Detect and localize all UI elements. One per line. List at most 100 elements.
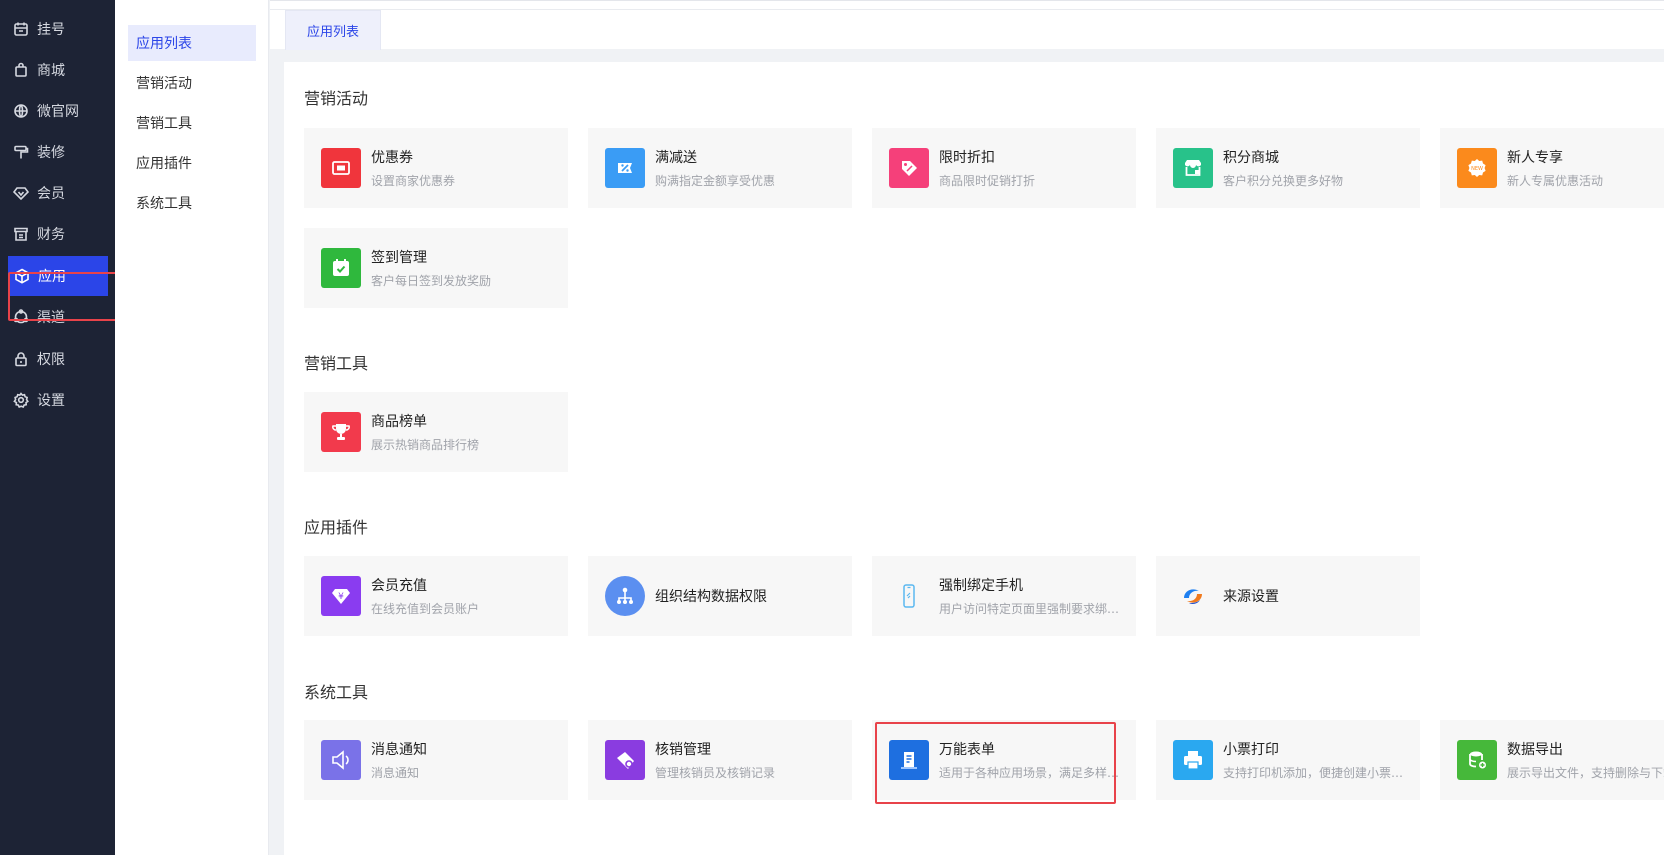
card-title: 满减送	[655, 150, 697, 166]
card-desc: 管理核销员及核销记录	[655, 766, 776, 780]
card-title: 消息通知	[371, 742, 427, 758]
app-card-product-ranking[interactable]: 商品榜单展示热销商品排行榜	[304, 392, 568, 472]
section-title-marketing-activity: 营销活动	[304, 89, 369, 108]
svg-text:¥: ¥	[338, 592, 344, 602]
nav-item-channel[interactable]: 渠道	[0, 297, 115, 337]
new-badge-icon: NEW	[1457, 148, 1497, 188]
card-desc: 购满指定金额享受优惠	[655, 174, 776, 188]
submenu-item-marketing-activity[interactable]: 营销活动	[128, 65, 256, 101]
shopping-bag-icon	[13, 62, 29, 78]
checkin-calendar-icon	[321, 248, 361, 288]
org-tree-icon	[605, 576, 645, 616]
gear-icon	[13, 392, 29, 408]
card-title: 优惠券	[371, 150, 413, 166]
tab-divider	[270, 9, 1664, 10]
card-desc: 消息通知	[371, 766, 420, 780]
nav-item-registration[interactable]: 挂号	[0, 9, 115, 49]
nav-item-label: 财务	[37, 227, 65, 243]
card-desc: 新人专属优惠活动	[1507, 174, 1604, 188]
submenu-item-marketing-tools[interactable]: 营销工具	[128, 105, 256, 141]
card-desc: 适用于各种应用场景，满足多样化需求	[939, 766, 1129, 780]
app-card-universal-form[interactable]: 万能表单 适用于各种应用场景，满足多样化需求	[872, 720, 1136, 800]
nav-item-label: 微官网	[37, 104, 79, 120]
card-desc: 商品限时促销打折	[939, 174, 1036, 188]
app-card-data-export[interactable]: 数据导出展示导出文件，支持删除与下载	[1440, 720, 1664, 800]
calendar-icon	[13, 21, 29, 37]
share-circle-icon	[13, 309, 29, 325]
nav-item-label: 应用	[38, 269, 66, 285]
card-title: 积分商城	[1223, 150, 1279, 166]
app-list-panel: 营销活动 优惠券设置商家优惠券 满减送购满指定金额享受优惠 限时折扣商品限时促销…	[284, 62, 1664, 855]
yuan-diamond-icon: ¥	[321, 576, 361, 616]
card-title: 限时折扣	[939, 150, 995, 166]
store-icon	[1173, 148, 1213, 188]
ledger-icon	[13, 226, 29, 242]
form-doc-icon	[889, 740, 929, 780]
nav-item-settings[interactable]: 设置	[0, 380, 115, 420]
card-title: 会员充值	[371, 578, 427, 594]
nav-item-microsite[interactable]: 微官网	[0, 91, 115, 131]
app-card-source-settings[interactable]: 来源设置	[1156, 556, 1420, 636]
app-card-receipt-print[interactable]: 小票打印支持打印机添加，便捷创建小票打印模板	[1156, 720, 1420, 800]
app-card-flash-discount[interactable]: 限时折扣商品限时促销打折	[872, 128, 1136, 208]
card-desc: 展示热销商品排行榜	[371, 438, 480, 452]
nav-item-label: 渠道	[37, 310, 65, 326]
card-desc: 支持打印机添加，便捷创建小票打印模板	[1223, 766, 1413, 780]
nav-item-label: 权限	[37, 352, 65, 368]
app-card-verification[interactable]: 核销管理管理核销员及核销记录	[588, 720, 852, 800]
card-title: 签到管理	[371, 250, 427, 266]
nav-item-permission[interactable]: 权限	[0, 339, 115, 379]
app-card-coupon[interactable]: 优惠券设置商家优惠券	[304, 128, 568, 208]
price-tag-icon	[889, 148, 929, 188]
coupon-icon	[321, 148, 361, 188]
nav-item-member[interactable]: 会员	[0, 173, 115, 213]
app-card-member-recharge[interactable]: ¥ 会员充值在线充值到会员账户	[304, 556, 568, 636]
card-title: 来源设置	[1223, 589, 1279, 605]
card-desc: 在线充值到会员账户	[371, 602, 480, 616]
section-title-marketing-tools: 营销工具	[304, 354, 369, 373]
card-title: 小票打印	[1223, 742, 1279, 758]
printer-icon	[1173, 740, 1213, 780]
nav-item-label: 会员	[37, 186, 65, 202]
card-title: 数据导出	[1507, 742, 1563, 758]
nav-item-decoration[interactable]: 装修	[0, 132, 115, 172]
app-card-message-notify[interactable]: 消息通知 消息通知	[304, 720, 568, 800]
app-card-checkin[interactable]: 签到管理客户每日签到发放奖励	[304, 228, 568, 308]
card-title: 新人专享	[1507, 150, 1563, 166]
paint-roller-icon	[13, 144, 29, 160]
nav-item-label: 设置	[37, 393, 65, 409]
database-export-icon	[1457, 740, 1497, 780]
card-desc: 客户积分兑换更多好物	[1223, 174, 1344, 188]
card-desc: 设置商家优惠券	[371, 174, 456, 188]
submenu-item-plugins[interactable]: 应用插件	[128, 145, 256, 181]
card-title: 组织结构数据权限	[655, 589, 767, 605]
nav-item-label: 挂号	[37, 22, 65, 38]
discount-ticket-icon	[605, 148, 645, 188]
globe-icon	[13, 103, 29, 119]
section-title-system-tools: 系统工具	[304, 683, 369, 702]
app-card-newcomer[interactable]: NEW 新人专享新人专属优惠活动	[1440, 128, 1664, 208]
card-desc: 展示导出文件，支持删除与下载	[1507, 766, 1664, 780]
submenu-item-system-tools[interactable]: 系统工具	[128, 185, 256, 221]
nav-item-label: 商城	[37, 63, 65, 79]
tab-app-list[interactable]: 应用列表	[285, 10, 381, 50]
swirl-logo-icon	[1173, 576, 1213, 616]
app-card-org-data-permission[interactable]: 组织结构数据权限	[588, 556, 852, 636]
nav-item-finance[interactable]: 财务	[0, 214, 115, 254]
nav-item-mall[interactable]: 商城	[0, 50, 115, 90]
card-title: 核销管理	[655, 742, 711, 758]
mobile-phone-icon	[889, 576, 929, 616]
card-desc: 客户每日签到发放奖励	[371, 274, 492, 288]
trophy-icon	[321, 412, 361, 452]
svg-text:NEW: NEW	[1471, 166, 1483, 172]
lock-icon	[13, 351, 29, 367]
app-card-force-bind-phone[interactable]: 强制绑定手机用户访问特定页面里强制要求绑定手机号	[872, 556, 1136, 636]
app-card-points-mall[interactable]: 积分商城客户积分兑换更多好物	[1156, 128, 1420, 208]
cube-icon	[14, 268, 30, 284]
nav-item-apps[interactable]: 应用	[8, 256, 108, 296]
submenu-item-app-list[interactable]: 应用列表	[128, 25, 256, 61]
speaker-icon	[321, 740, 361, 780]
diamond-icon	[13, 185, 29, 201]
app-card-full-reduction[interactable]: 满减送购满指定金额享受优惠	[588, 128, 852, 208]
card-title: 商品榜单	[371, 414, 427, 430]
